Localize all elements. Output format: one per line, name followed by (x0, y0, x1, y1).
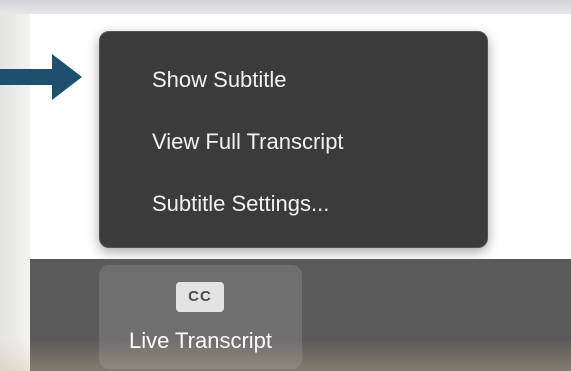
menu-item-show-subtitle[interactable]: Show Subtitle (100, 58, 487, 102)
live-transcript-button[interactable]: CC Live Transcript (99, 265, 302, 369)
menu-item-view-full-transcript[interactable]: View Full Transcript (100, 120, 487, 164)
menu-item-subtitle-settings[interactable]: Subtitle Settings... (100, 182, 487, 226)
right-arrow-icon (0, 54, 82, 100)
closed-caption-icon: CC (176, 282, 224, 312)
window-top-edge (0, 0, 571, 14)
live-transcript-label: Live Transcript (128, 328, 273, 353)
captions-context-menu: Show Subtitle View Full Transcript Subti… (99, 31, 488, 248)
